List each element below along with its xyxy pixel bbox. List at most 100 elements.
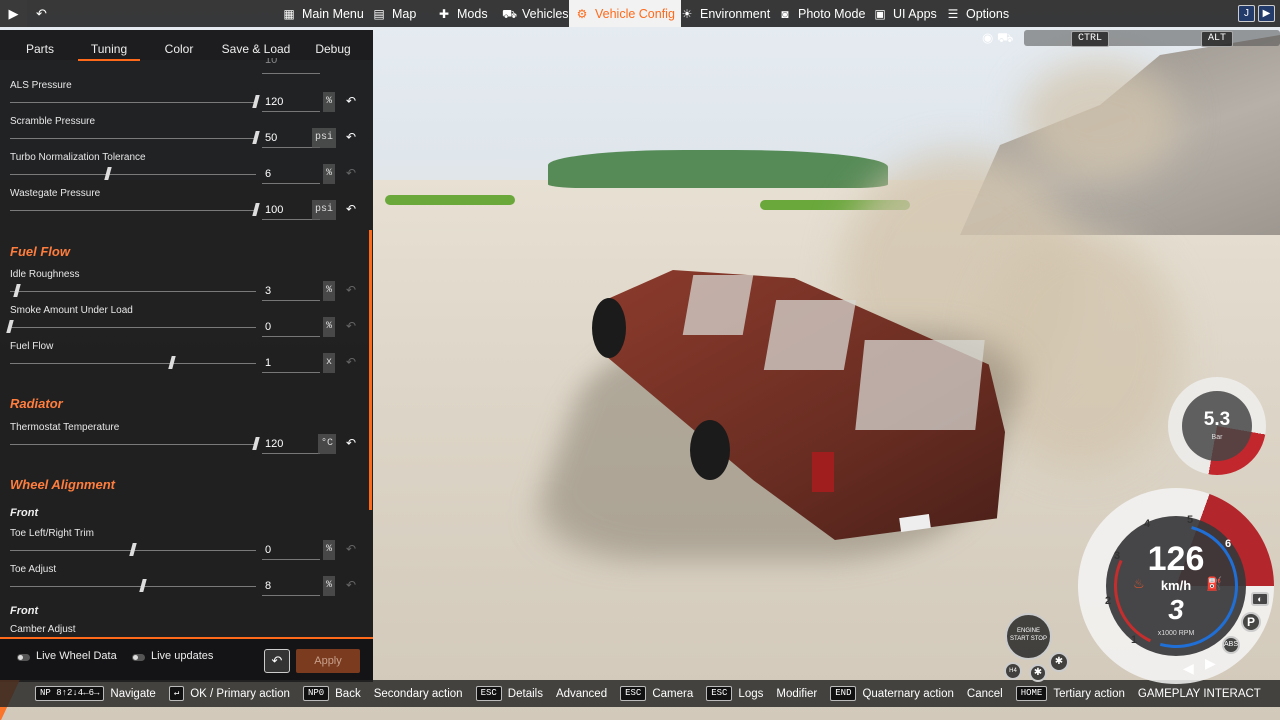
slider-track[interactable] xyxy=(10,291,256,292)
live-wheel-data-label: Live Wheel Data xyxy=(36,650,117,662)
hint-logs[interactable]: ESC Logs xyxy=(706,686,763,701)
menu-mods[interactable]: ✚ Mods xyxy=(431,0,494,27)
menu-label: Environment xyxy=(700,6,771,21)
value-input[interactable]: 0 xyxy=(262,540,320,560)
menu-main-menu[interactable]: ▦ Main Menu xyxy=(276,0,370,27)
menu-label: Photo Mode xyxy=(798,6,866,21)
tab-parts[interactable]: Parts xyxy=(14,30,66,60)
eye-icon[interactable]: ◉ xyxy=(982,30,993,45)
reset-icon[interactable]: ↶ xyxy=(344,166,358,180)
tab-tuning[interactable]: Tuning xyxy=(78,30,140,61)
slider-track[interactable] xyxy=(10,327,256,328)
apps-icon: ▣ xyxy=(874,6,886,21)
hint-tertiary-action[interactable]: HOME Tertiary action xyxy=(1015,686,1125,701)
reset-icon[interactable]: ↶ xyxy=(344,355,358,369)
tuning-row: ALS Pressure 120% ↶ xyxy=(0,80,370,114)
hint-details[interactable]: ESC Details xyxy=(475,686,543,701)
reset-icon[interactable]: ↶ xyxy=(344,578,358,592)
tuning-row: Turbo Normalization Tolerance 6% ↶ xyxy=(0,152,370,186)
slider-track[interactable] xyxy=(10,444,256,445)
slider-thumb[interactable] xyxy=(252,437,260,450)
reset-icon[interactable]: ↶ xyxy=(344,436,358,450)
tuning-row-label: Wastegate Pressure xyxy=(10,188,101,199)
value-input[interactable]: 1 xyxy=(262,353,320,373)
value-input[interactable]: 120 xyxy=(262,92,320,112)
value-input[interactable]: 8 xyxy=(262,576,320,596)
hint-cancel[interactable]: Cancel xyxy=(967,688,1003,700)
car-rear-window xyxy=(855,340,985,430)
live-wheel-data-toggle[interactable] xyxy=(17,654,30,661)
subsection-front: Front xyxy=(10,507,39,519)
controller-icon[interactable]: J xyxy=(1238,5,1255,22)
hint-label: Modifier xyxy=(776,687,818,700)
tuning-row-label: Smoke Amount Under Load xyxy=(10,305,133,316)
hint-label: Back xyxy=(335,687,361,700)
partial-value[interactable]: 10 xyxy=(262,58,320,74)
grass-strip xyxy=(385,195,515,205)
key-badge: HOME xyxy=(1015,686,1048,701)
diff-lock-icon: ✱ xyxy=(1029,664,1047,682)
key-badge: ESC xyxy=(706,686,733,701)
menu-options[interactable]: ☰ Options xyxy=(940,0,1015,27)
value-input[interactable]: 6 xyxy=(262,164,320,184)
menu-ui-apps[interactable]: ▣ UI Apps xyxy=(867,0,943,27)
hint-modifier[interactable]: Modifier xyxy=(776,688,817,700)
slider-track[interactable] xyxy=(10,102,256,103)
menu-vehicles[interactable]: ⛟ Vehicles xyxy=(496,0,575,27)
live-updates-toggle[interactable] xyxy=(132,654,145,661)
reset-icon[interactable]: ↶ xyxy=(344,542,358,556)
play-icon[interactable]: ▶ xyxy=(0,0,27,27)
slider-track[interactable] xyxy=(10,363,256,364)
reset-icon[interactable]: ↶ xyxy=(344,283,358,297)
hint-secondary-action[interactable]: Secondary action xyxy=(374,688,463,700)
camera-view-icons[interactable]: ◉ ⛟ xyxy=(982,30,1022,46)
hint-back[interactable]: NP0 Back xyxy=(302,686,361,701)
key-badge: ESC xyxy=(620,686,647,701)
play-box-icon[interactable]: ▶ xyxy=(1258,5,1275,22)
slider-thumb[interactable] xyxy=(252,95,260,108)
engine-start-stop-button[interactable]: ENGINE START STOP xyxy=(1005,613,1052,660)
apply-button[interactable]: Apply xyxy=(296,649,360,673)
panel-scrollbar[interactable] xyxy=(369,230,372,510)
reset-icon[interactable]: ↶ xyxy=(344,202,358,216)
reset-icon[interactable]: ↶ xyxy=(344,94,358,108)
tab-color[interactable]: Color xyxy=(155,30,203,60)
revert-button[interactable]: ↶ xyxy=(264,649,290,673)
tuning-row: Toe Adjust 8% ↶ xyxy=(0,564,370,598)
menu-vehicle-config[interactable]: ⚙ Vehicle Config xyxy=(569,0,681,27)
tab-debug[interactable]: Debug xyxy=(308,30,358,60)
value-input[interactable]: 0 xyxy=(262,317,320,337)
undo-icon[interactable]: ↶ xyxy=(28,0,55,27)
menu-map[interactable]: ▤ Map xyxy=(366,0,422,27)
menu-photo-mode[interactable]: ◙ Photo Mode xyxy=(772,0,871,27)
car-view-icon[interactable]: ⛟ xyxy=(997,30,1013,45)
unit-label: % xyxy=(323,576,336,596)
fuel-pump-icon: ⛽ xyxy=(1206,576,1223,591)
key-indicator-bar xyxy=(1024,30,1280,46)
hint-ok-primary-action[interactable]: ↵ OK / Primary action xyxy=(168,686,290,701)
slider-thumb[interactable] xyxy=(252,131,260,144)
slider-track[interactable] xyxy=(10,210,256,211)
hint-quaternary-action[interactable]: END Quaternary action xyxy=(830,686,954,701)
hint-navigate[interactable]: NP 8↑2↓4←6→ Navigate xyxy=(35,686,156,701)
slider-track[interactable] xyxy=(10,174,256,175)
boost-gauge-face: 5.3 Bar xyxy=(1182,391,1252,461)
slider-track[interactable] xyxy=(10,586,256,587)
hint-camera[interactable]: ESC Camera xyxy=(620,686,693,701)
reset-icon[interactable]: ↶ xyxy=(344,319,358,333)
slider-thumb[interactable] xyxy=(252,203,260,216)
top-menu-bar: ▶ ↶ ▦ Main Menu ▤ Map ✚ Mods ⛟ Vehicles … xyxy=(0,0,1280,27)
car-icon: ⛟ xyxy=(502,6,518,21)
hint-gameplay-interact[interactable]: GAMEPLAY INTERACT xyxy=(1138,688,1261,700)
treeline xyxy=(548,150,888,188)
slider-track[interactable] xyxy=(10,138,256,139)
hint-advanced[interactable]: Advanced xyxy=(556,688,607,700)
engine-icon: ⚙ xyxy=(576,6,588,21)
menu-environment[interactable]: ☀ Environment xyxy=(674,0,776,27)
tab-save-load[interactable]: Save & Load xyxy=(218,30,294,60)
reset-icon[interactable]: ↶ xyxy=(344,130,358,144)
value-input[interactable]: 3 xyxy=(262,281,320,301)
hint-label: Details xyxy=(507,687,543,700)
unit-label: psi xyxy=(312,128,337,148)
value-input[interactable]: 120 xyxy=(262,434,320,454)
